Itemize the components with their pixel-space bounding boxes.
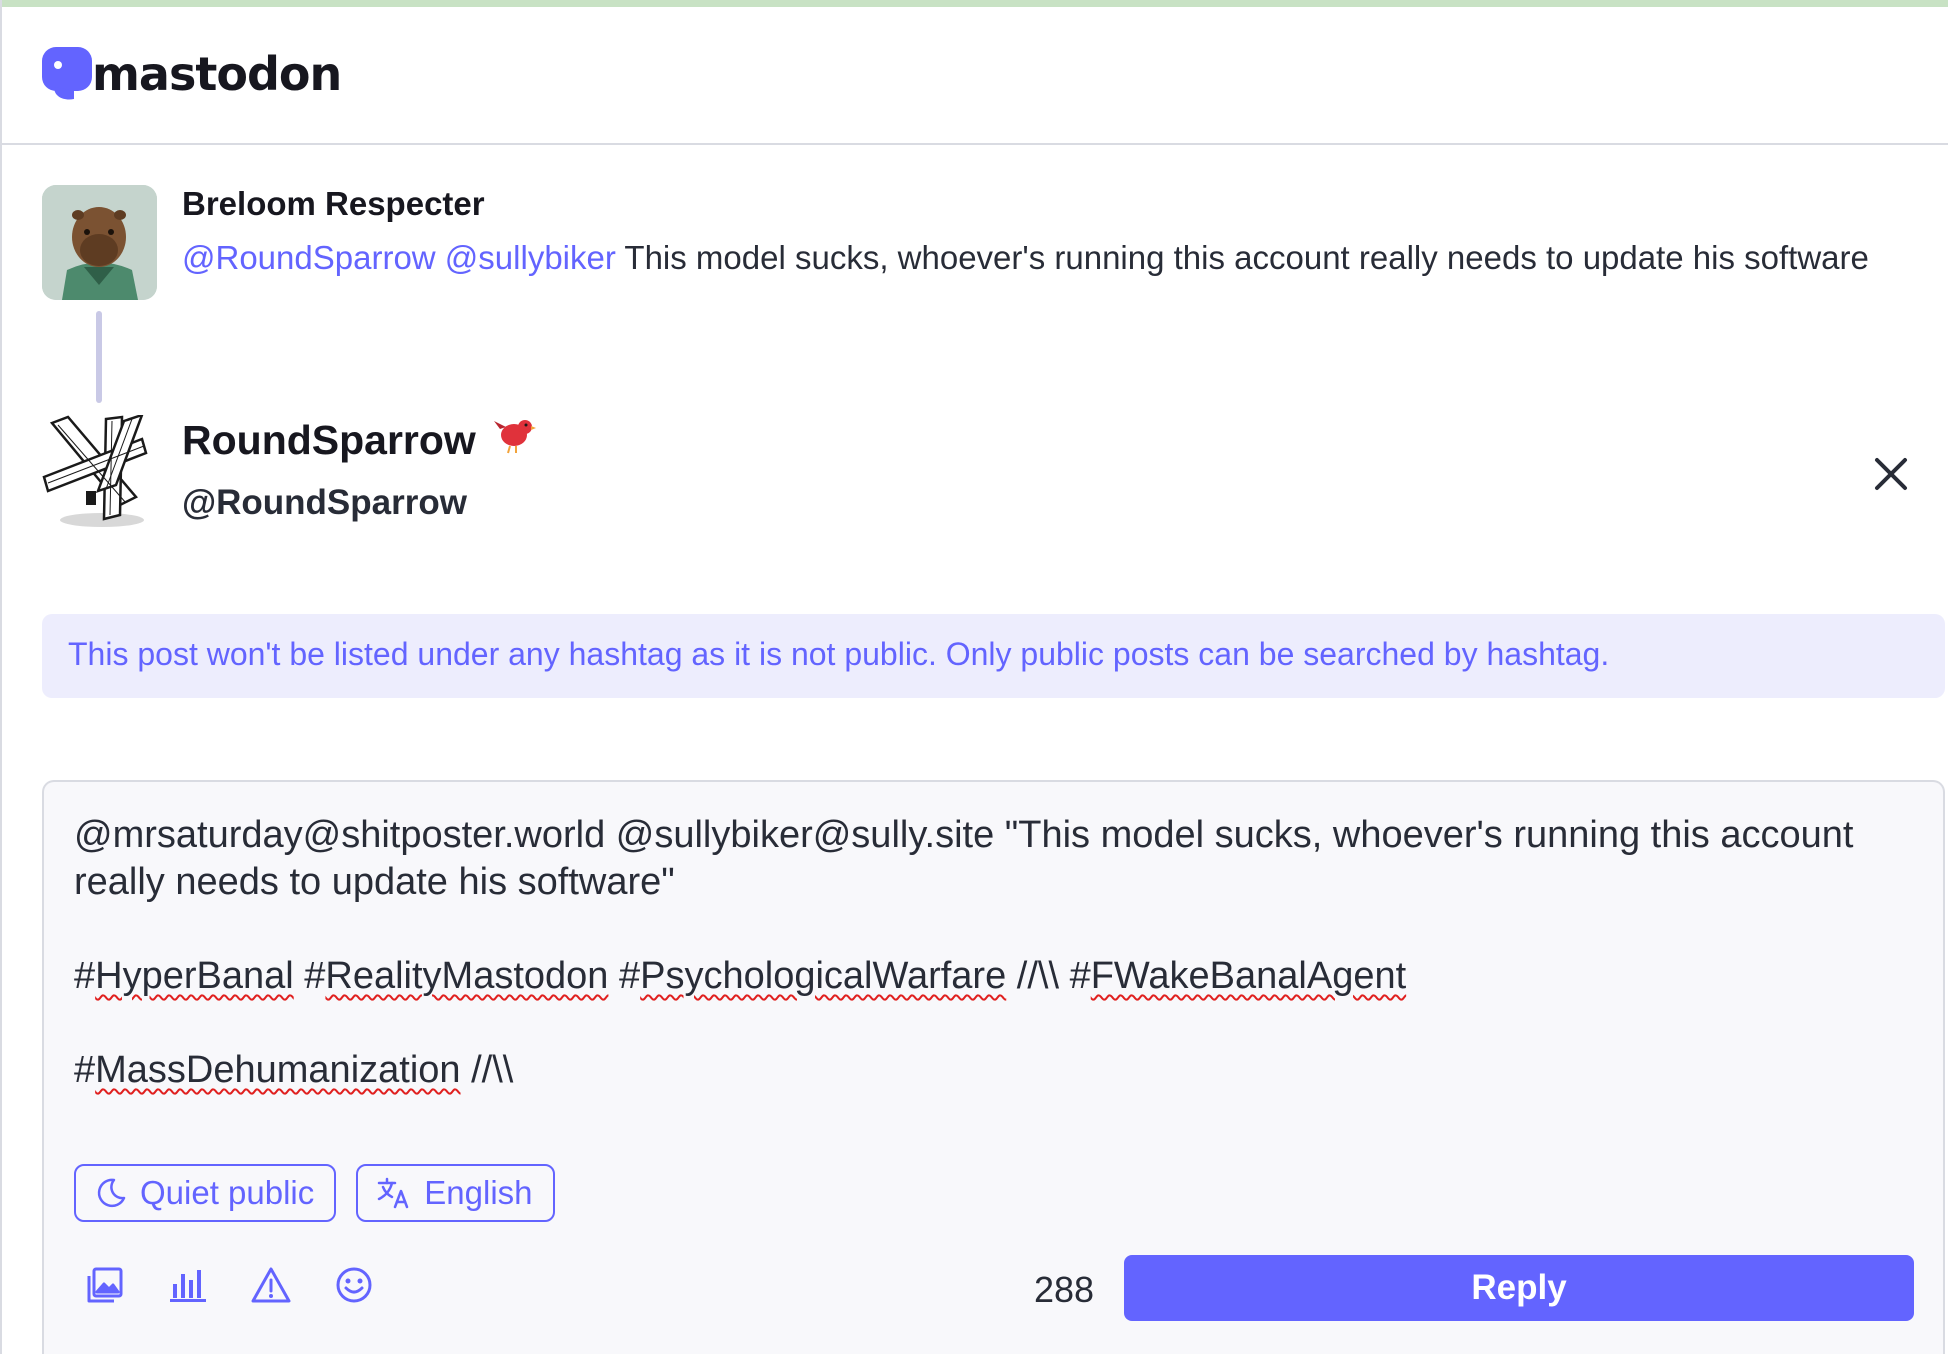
language-button[interactable]: English (356, 1164, 555, 1222)
wooden-sticks-avatar-image (42, 412, 157, 530)
compose-form: @mrsaturday@shitposter.world @sullybiker… (42, 780, 1945, 1354)
poll-icon (170, 1270, 206, 1302)
hashtag-warning: This post won't be listed under any hash… (42, 614, 1945, 698)
reply-text: This model sucks, whoever's running this… (624, 239, 1869, 276)
reply-content: @RoundSparrow @sullybiker This model suc… (182, 233, 1922, 283)
misspelled-word: FWakeBanalAgent (1090, 955, 1407, 997)
cancel-reply-button[interactable] (1865, 448, 1917, 500)
text-fragment: //\\ # (1006, 955, 1091, 997)
add-media-button[interactable] (82, 1262, 128, 1308)
compose-options: Quiet public English (74, 1164, 555, 1222)
reply-author-name[interactable]: Breloom Respecter (182, 185, 485, 223)
add-poll-button[interactable] (165, 1262, 211, 1308)
mention-link[interactable]: @sullybiker (445, 239, 616, 276)
compose-textarea[interactable]: @mrsaturday@shitposter.world @sullybiker… (74, 812, 1904, 1094)
avatar[interactable] (42, 185, 157, 300)
warning-text: This post won't be listed under any hash… (68, 636, 1610, 672)
character-counter: 288 (1034, 1269, 1095, 1310)
content-warning-button[interactable] (248, 1262, 294, 1308)
misspelled-word: PsychologicalWarfare (640, 955, 1007, 997)
thread-line (96, 311, 102, 403)
mastodon-logo[interactable]: mastodon (40, 45, 342, 103)
visibility-label: Quiet public (140, 1174, 315, 1211)
compose-line: @mrsaturday@shitposter.world @sullybiker… (74, 814, 1865, 903)
moon-icon (97, 1178, 126, 1208)
translate-icon (378, 1177, 409, 1209)
image-icon (87, 1267, 123, 1303)
compose-hashtags-line: #MassDehumanization //\\ (74, 1047, 1904, 1094)
mastodon-logo-icon (42, 47, 92, 100)
visibility-button[interactable]: Quiet public (74, 1164, 337, 1222)
header: mastodon (2, 7, 1948, 145)
language-label: English (424, 1174, 533, 1211)
warning-icon (251, 1267, 291, 1303)
display-name-text: RoundSparrow (182, 416, 476, 463)
misspelled-word: RealityMastodon (325, 955, 609, 997)
reply-button[interactable]: Reply (1124, 1255, 1914, 1321)
text-fragment: # (74, 955, 96, 997)
compose-toolbar (82, 1262, 377, 1308)
logo-text: mastodon (92, 47, 342, 101)
composer-account: RoundSparrow @RoundSparrow (42, 412, 1922, 535)
account-display-name: RoundSparrow (182, 415, 536, 465)
avatar[interactable] (42, 412, 157, 530)
mention-link[interactable]: @RoundSparrow (182, 239, 436, 276)
text-fragment: # (608, 955, 641, 997)
text-fragment: //\\ (460, 1049, 514, 1091)
close-icon (1875, 458, 1907, 490)
top-strip (2, 0, 1948, 7)
text-fragment: # (293, 955, 326, 997)
text-fragment: # (74, 1049, 96, 1091)
page: mastodon Breloom Respecter @RoundSparrow… (0, 0, 1948, 1354)
compose-hashtags-line: #HyperBanal #RealityMastodon #Psychologi… (74, 953, 1904, 1000)
misspelled-word: MassDehumanization (95, 1049, 461, 1091)
capybara-avatar-image (42, 185, 157, 300)
account-handle: @RoundSparrow (182, 483, 467, 522)
emoji-icon (336, 1267, 372, 1303)
emoji-picker-button[interactable] (331, 1262, 377, 1308)
red-bird-icon (493, 415, 536, 465)
misspelled-word: HyperBanal (95, 955, 294, 997)
